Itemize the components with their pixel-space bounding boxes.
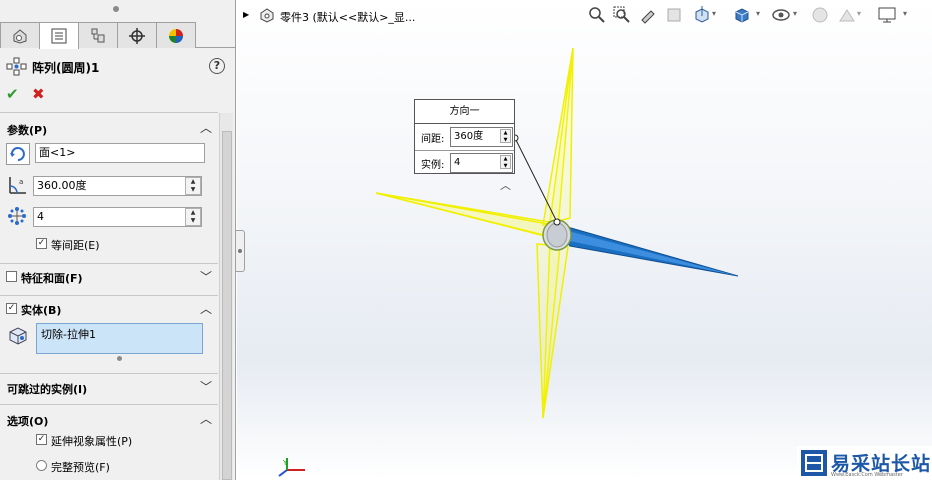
hide-show-items-icon[interactable] <box>771 6 791 27</box>
callout-instances-row: 实例: 4 ▲ ▼ <box>415 150 514 174</box>
panel-scrollbar[interactable] <box>219 113 233 480</box>
full-preview-label: 完整预览(F) <box>51 461 110 474</box>
chevron-down-icon[interactable]: ▾ <box>756 9 760 18</box>
callout-instances-stepper[interactable]: ▲ ▼ <box>500 155 511 169</box>
full-preview-radio[interactable] <box>36 460 47 471</box>
feature-tree-icon <box>13 28 27 44</box>
expand-tree-arrow[interactable]: ▶ <box>243 10 249 19</box>
previous-view-icon[interactable] <box>639 6 657 27</box>
configuration-icon <box>91 28 105 42</box>
ok-button[interactable]: ✔ <box>6 85 19 103</box>
divider <box>0 373 218 374</box>
pattern-callout: 方向一 间距: 360度 ▲ ▼ 实例: 4 ▲ ▼ <box>414 99 515 174</box>
axis-field[interactable]: 面<1> <box>35 143 205 163</box>
breadcrumb[interactable]: 零件3 (默认<<默认>_显... <box>280 9 415 25</box>
solid-body <box>548 221 739 277</box>
watermark-logo <box>801 450 827 476</box>
equal-spacing-checkbox[interactable]: ✓ <box>36 238 47 249</box>
chevron-down-icon[interactable]: ﹀ <box>200 268 212 285</box>
chevron-down-icon[interactable]: ﹀ <box>200 378 212 395</box>
list-resize-grip[interactable] <box>117 356 122 361</box>
zoom-to-area-icon[interactable] <box>613 6 631 27</box>
section-view-icon[interactable] <box>665 6 683 27</box>
circular-pattern-icon <box>6 57 28 80</box>
graphics-viewport[interactable]: Y <box>237 0 932 480</box>
chevron-down-icon[interactable]: ▾ <box>857 9 861 18</box>
bodies-section-title[interactable]: 实体(B) <box>21 302 61 318</box>
panel-grip[interactable] <box>113 6 119 12</box>
chevron-down-icon[interactable]: ▾ <box>903 9 907 18</box>
rotation-axis-icon <box>6 143 30 168</box>
callout-spacing-row: 间距: 360度 ▲ ▼ <box>415 125 514 149</box>
angle-icon: a <box>6 174 30 199</box>
instances-field[interactable]: 4 <box>33 207 202 227</box>
propagate-visual-checkbox[interactable]: ✓ <box>36 434 47 445</box>
propagate-visual-label: 延伸视象属性(P) <box>51 435 133 448</box>
model-preview: Y <box>278 47 739 477</box>
divider <box>0 112 218 113</box>
tab-display-manager[interactable] <box>156 22 196 48</box>
panel-splitter-handle[interactable] <box>236 230 245 272</box>
chevron-down-icon[interactable]: ▾ <box>712 9 716 18</box>
features-faces-section-title[interactable]: 特征和面(F) <box>21 270 83 286</box>
equal-spacing-label: 等间距(E) <box>51 239 100 252</box>
svg-text:a: a <box>19 178 23 186</box>
tab-configuration-manager[interactable] <box>78 22 118 48</box>
instances-icon <box>7 206 27 229</box>
angle-stepper[interactable]: ▲ ▼ <box>185 177 201 195</box>
zoom-to-fit-icon[interactable] <box>588 6 606 27</box>
features-faces-checkbox[interactable] <box>6 271 17 282</box>
watermark: 易采站长站 Www.Easck.Com Webmaster <box>797 446 932 480</box>
bodies-checkbox[interactable]: ✓ <box>6 303 17 314</box>
svg-text:Y: Y <box>282 459 288 467</box>
divider <box>0 263 218 264</box>
instances-stepper[interactable]: ▲ ▼ <box>185 208 201 226</box>
params-section-title[interactable]: 参数(P) <box>7 122 47 138</box>
callout-spacing-label: 间距: <box>421 134 445 145</box>
tab-dimxpert-manager[interactable] <box>117 22 157 48</box>
callout-spacing-stepper[interactable]: ▲ ▼ <box>500 129 511 143</box>
divider <box>0 295 218 296</box>
callout-target <box>553 218 561 226</box>
tab-feature-manager[interactable] <box>0 22 40 48</box>
callout-instances-label: 实例: <box>421 160 445 171</box>
manager-tabs <box>0 22 236 49</box>
property-manager-panel: 阵列(圆周)1 ? ✔ ✖ 参数(P) ︿ 面<1> a 360.00度 ▲ ▼ … <box>0 0 236 480</box>
appearance-ball-icon <box>169 28 183 43</box>
solid-body-icon <box>7 325 29 348</box>
part-icon <box>259 7 275 26</box>
callout-title: 方向一 <box>415 100 514 124</box>
watermark-subtitle: Www.Easck.Com Webmaster <box>831 472 903 478</box>
axis-triad: Y <box>278 458 305 477</box>
chevron-up-icon[interactable]: ︿ <box>200 300 212 317</box>
cancel-button[interactable]: ✖ <box>32 85 45 103</box>
scrollbar-thumb[interactable] <box>222 131 232 480</box>
options-section-title[interactable]: 选项(O) <box>7 413 48 429</box>
tab-property-manager[interactable] <box>39 22 79 49</box>
display-style-icon[interactable] <box>733 6 751 27</box>
bodies-selection-list[interactable]: 切除-拉伸1 <box>36 323 203 354</box>
skip-instances-section-title[interactable]: 可跳过的实例(I) <box>7 381 87 397</box>
chevron-up-icon[interactable]: ︿ <box>200 119 212 136</box>
angle-field[interactable]: 360.00度 <box>33 176 202 196</box>
callout-collapse-chevron-icon[interactable]: ︿ <box>500 177 511 193</box>
apply-scene-icon[interactable] <box>838 6 856 27</box>
list-item[interactable]: 切除-拉伸1 <box>41 328 96 341</box>
divider <box>0 404 218 405</box>
crosshair-icon <box>129 27 145 44</box>
help-icon[interactable]: ? <box>209 58 225 74</box>
property-list-icon <box>51 28 67 44</box>
view-settings-icon[interactable] <box>877 6 897 27</box>
hub-inner <box>546 222 568 248</box>
chevron-down-icon[interactable]: ▾ <box>793 9 797 18</box>
view-orientation-icon[interactable] <box>693 6 711 27</box>
feature-title: 阵列(圆周)1 <box>32 61 100 75</box>
edit-appearance-icon[interactable] <box>811 6 829 27</box>
chevron-up-icon[interactable]: ︿ <box>200 410 212 427</box>
